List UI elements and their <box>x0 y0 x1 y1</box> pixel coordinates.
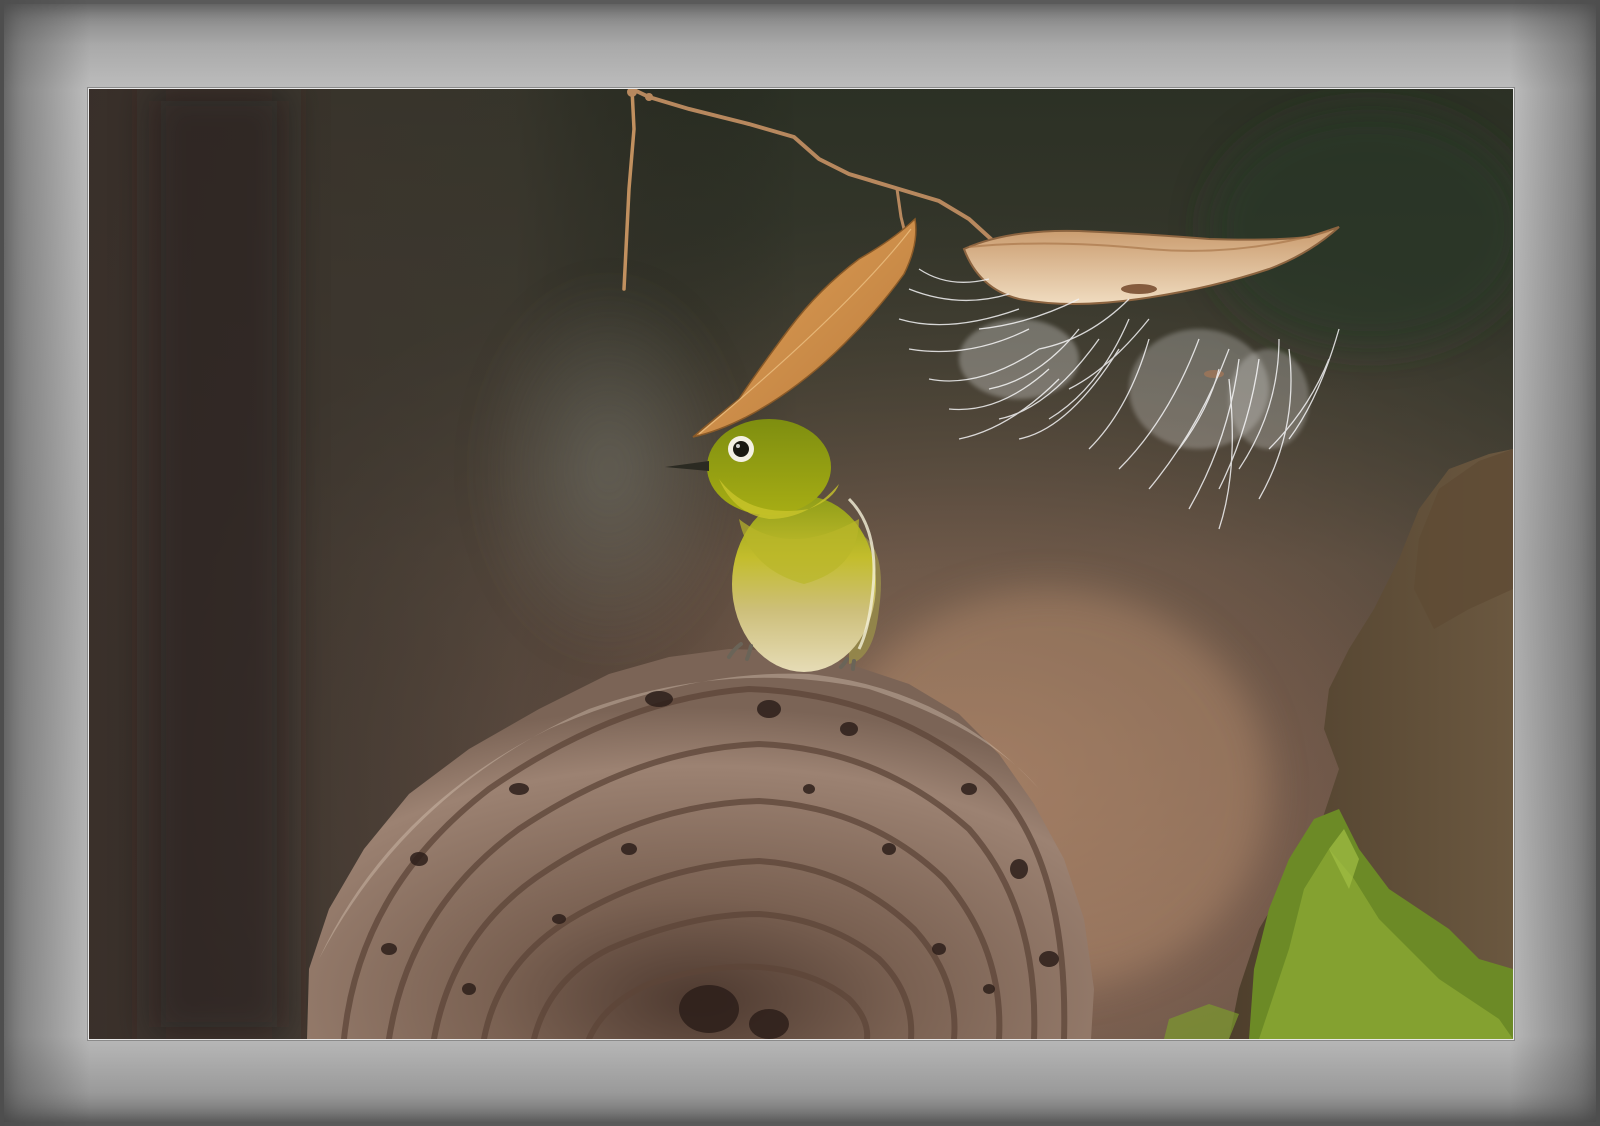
frame-left-shade <box>0 0 90 1126</box>
photo-scene <box>89 89 1513 1039</box>
eye <box>733 441 749 457</box>
photograph <box>88 88 1514 1040</box>
frame-right-shade <box>1510 0 1600 1126</box>
picture-frame <box>0 0 1600 1126</box>
